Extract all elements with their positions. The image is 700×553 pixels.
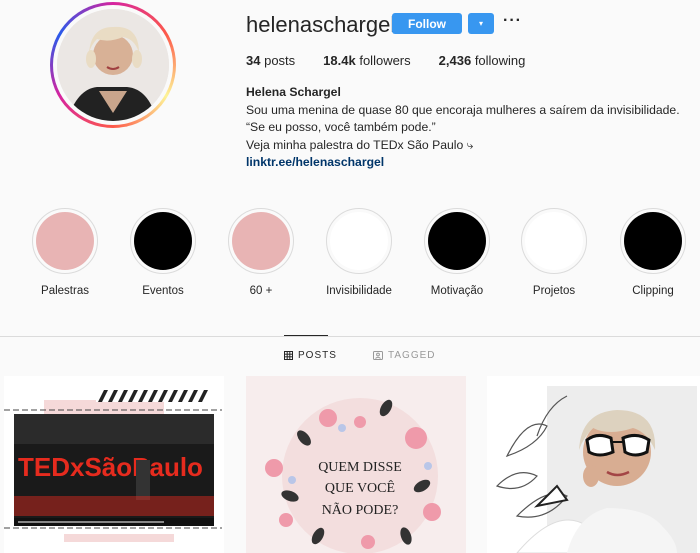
tabs-divider (0, 336, 700, 337)
highlight-palestras[interactable]: Palestras (25, 208, 105, 297)
profile-bio: Helena Schargel Sou uma menina de quase … (246, 84, 680, 172)
post-tedx-text: TEDxSãoPaulo (18, 452, 203, 482)
post-thumbnail-tedx[interactable]: TEDxSãoPaulo (4, 376, 224, 553)
more-options-icon[interactable]: ··· (503, 12, 522, 30)
story-highlights: Palestras Eventos 60 + Invisibilidade Mo… (0, 208, 700, 298)
tab-tagged[interactable]: TAGGED (373, 350, 435, 361)
tab-posts[interactable]: POSTS (284, 350, 337, 361)
highlight-clipping[interactable]: Clipping (613, 208, 693, 297)
highlight-label: Motivação (430, 285, 484, 297)
bio-line: “Se eu posso, você também pode.” (246, 120, 436, 134)
following-stat[interactable]: 2,436 following (439, 53, 526, 68)
suggestions-dropdown-button[interactable]: ▾ (468, 13, 494, 34)
highlight-label: Clipping (632, 285, 674, 297)
tagged-icon (373, 351, 383, 360)
post-quote-line: NÃO PODE? (322, 502, 399, 518)
tab-tagged-label: TAGGED (388, 350, 436, 361)
active-tab-indicator (284, 335, 328, 336)
grid-icon (284, 351, 293, 360)
highlight-label: Projetos (532, 285, 576, 297)
highlight-label: Eventos (142, 285, 184, 297)
post-thumbnail-quote[interactable]: QUEM DISSE QUE VOCÊ NÃO PODE? (246, 376, 466, 553)
profile-avatar-ring[interactable] (50, 2, 176, 128)
highlight-label: Invisibilidade (326, 285, 392, 297)
highlight-60-plus[interactable]: 60 + (221, 208, 301, 297)
highlight-label: 60 + (249, 285, 273, 297)
bio-line: Sou uma menina de quase 80 que encoraja … (246, 102, 680, 117)
highlight-label: Palestras (41, 285, 89, 297)
highlight-invisibilidade[interactable]: Invisibilidade (319, 208, 399, 297)
post-quote-line: QUE VOCÊ (325, 479, 395, 496)
bio-link[interactable]: linktr.ee/helenaschargel (246, 154, 680, 172)
avatar (57, 9, 169, 121)
highlight-eventos[interactable]: Eventos (123, 208, 203, 297)
followers-stat[interactable]: 18.4k followers (323, 53, 410, 68)
profile-stats: 34 posts 18.4k followers 2,436 following (246, 53, 553, 68)
bio-line: Veja minha palestra do TEDx São Paulo ⤷ (246, 137, 474, 152)
highlight-motivacao[interactable]: Motivação (417, 208, 497, 297)
post-thumbnail-portrait[interactable] (487, 376, 700, 553)
chevron-down-icon: ▾ (478, 19, 483, 28)
tab-posts-label: POSTS (298, 350, 337, 361)
posts-stat: 34 posts (246, 53, 296, 68)
full-name: Helena Schargel (246, 85, 341, 99)
post-quote-line: QUEM DISSE (318, 460, 402, 475)
highlight-projetos[interactable]: Projetos (514, 208, 594, 297)
follow-button[interactable]: Follow (392, 13, 462, 34)
username: helenaschargel (246, 12, 396, 37)
